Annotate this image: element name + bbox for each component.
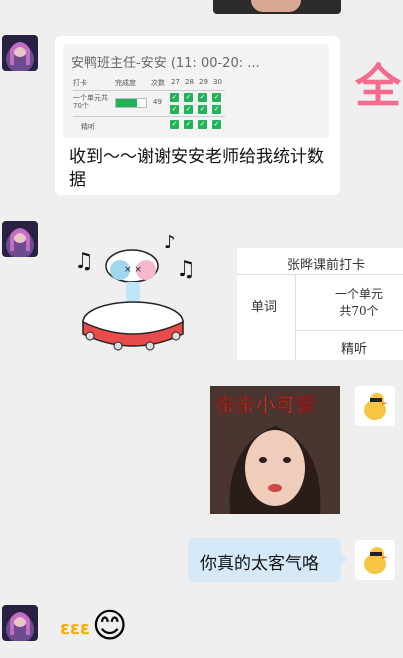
quote-progress-fill [116, 99, 137, 107]
avatar-image [2, 221, 38, 257]
avatar[interactable] [2, 221, 38, 257]
check-icon: ✓ [170, 120, 179, 129]
emoji-message[interactable]: ɛɛɛ 😊 [60, 606, 140, 646]
avatar-image [2, 35, 38, 71]
quote-title: 安鸭班主任-安安 (11: 00-20: ... [71, 56, 260, 71]
check-icon: ✓ [184, 120, 193, 129]
table-cell-word: 单词 [251, 300, 278, 315]
quote-row2-label: 精听 [81, 123, 95, 131]
checkin-table-image[interactable]: 张晔课前打卡 单词 一个单元 共70个 精听 [237, 248, 403, 360]
check-icon: ✓ [198, 120, 207, 129]
tambourine-cloud-icon: ♫ ♪ ♫ × × [74, 232, 196, 351]
quote-row1-label: 一个单元共70个 [73, 94, 108, 110]
sticker-caption: 亲亲小可爱 [216, 394, 317, 417]
check-icon: ✓ [212, 105, 221, 114]
message-text: 你真的太客气咯 [200, 554, 319, 574]
duck-icon [355, 386, 395, 426]
tambourine-sticker[interactable]: ♫ ♪ ♫ × × [70, 226, 205, 356]
duck-icon [355, 540, 395, 580]
quote-header-count: 次数 [151, 79, 165, 87]
quote-progress-bar [115, 98, 147, 108]
quote-table: 打卡 完成度 次数 27 28 29 30 一个单元共70个 49 ✓ ✓ ✓ … [73, 76, 225, 134]
message-bubble[interactable]: 安鸭班主任-安安 (11: 00-20: ... 打卡 完成度 次数 27 28… [55, 36, 340, 195]
quote-header-checkin: 打卡 [73, 79, 87, 87]
table-grid [295, 274, 296, 360]
svg-text:♫: ♫ [176, 257, 196, 282]
table-grid [237, 274, 403, 275]
quote-header-29: 29 [199, 78, 208, 86]
quote-header-completion: 完成度 [115, 79, 136, 87]
svg-text:♫: ♫ [74, 249, 94, 274]
smile-emoji-icon: 😊 [92, 606, 128, 646]
quote-header-28: 28 [185, 78, 194, 86]
message-bubble-self[interactable]: 你真的太客气咯 [188, 538, 341, 582]
avatar[interactable] [2, 35, 38, 71]
table-cell-unit: 一个单元 共70个 [334, 287, 383, 318]
check-icon: ✓ [170, 105, 179, 114]
self-avatar[interactable] [355, 386, 395, 426]
claps-icon: ɛɛɛ [60, 618, 91, 639]
check-icon: ✓ [212, 93, 221, 102]
quote-table-grid [73, 116, 225, 117]
svg-text:× ×: × × [124, 265, 142, 275]
quote-row1-value: 49 [153, 98, 162, 106]
check-icon: ✓ [212, 120, 221, 129]
check-icon: ✓ [198, 105, 207, 114]
quote-header-30: 30 [213, 78, 222, 86]
quote-table-grid [73, 90, 225, 91]
svg-text:♪: ♪ [164, 232, 176, 253]
avatar[interactable] [2, 605, 38, 641]
avatar-image [2, 605, 38, 641]
banner-char: 全 [355, 59, 401, 113]
table-cell-listen: 精听 [341, 342, 368, 357]
sticker-photo[interactable]: 亲亲小可爱 [210, 386, 340, 514]
quoted-message[interactable]: 安鸭班主任-安安 (11: 00-20: ... 打卡 完成度 次数 27 28… [63, 44, 329, 138]
bubble-tail [341, 553, 348, 565]
message-text: 收到～～谢谢安安老师给我统计数据 [69, 147, 324, 190]
self-avatar[interactable] [355, 540, 395, 580]
table-grid [295, 330, 403, 331]
check-icon: ✓ [170, 93, 179, 102]
check-icon: ✓ [184, 93, 193, 102]
top-partial-image[interactable] [213, 0, 341, 14]
check-icon: ✓ [184, 105, 193, 114]
quote-header-27: 27 [171, 78, 180, 86]
check-icon: ✓ [198, 93, 207, 102]
table-title: 张晔课前打卡 [287, 258, 366, 273]
